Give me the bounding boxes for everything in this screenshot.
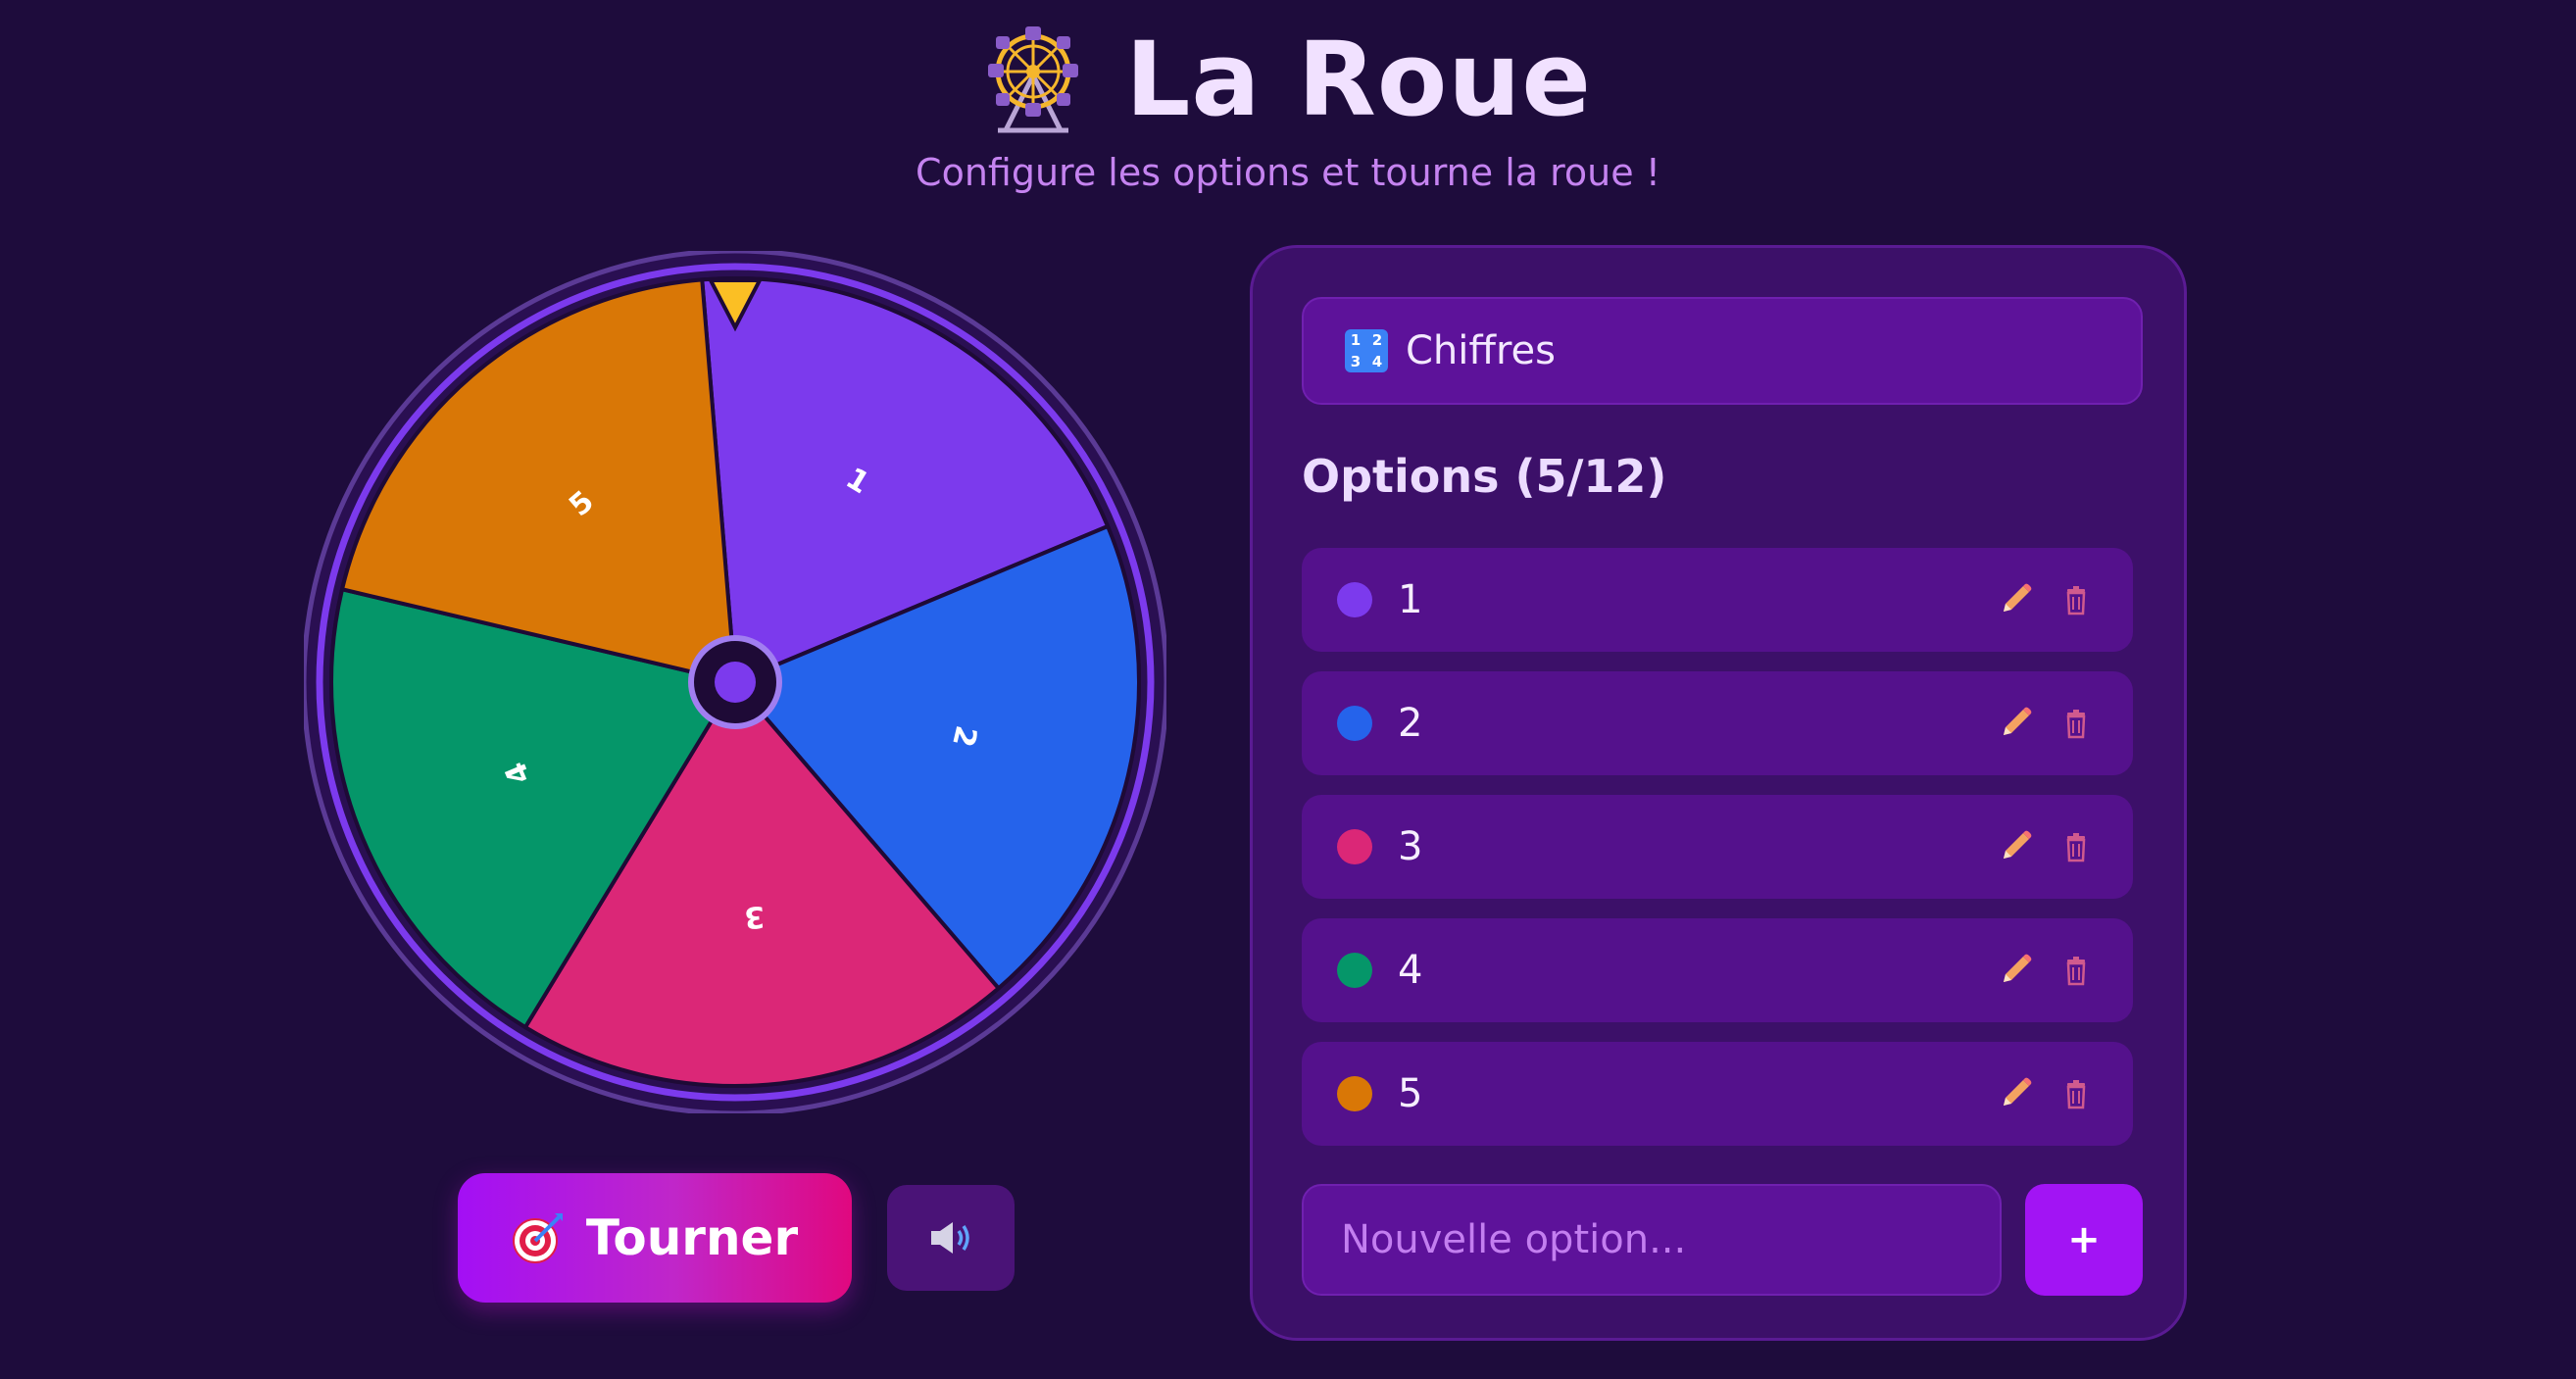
option-label: 2 bbox=[1398, 701, 1423, 746]
option-label: 4 bbox=[1398, 948, 1423, 993]
option-item: 1 bbox=[1302, 548, 2133, 652]
option-label: 1 bbox=[1398, 577, 1423, 622]
option-item: 3 bbox=[1302, 795, 2133, 899]
option-item: 5 bbox=[1302, 1042, 2133, 1146]
preset-label: Chiffres bbox=[1406, 328, 1556, 373]
edit-option-2-icon[interactable] bbox=[1996, 704, 2035, 743]
delete-option-4-icon[interactable] bbox=[2056, 951, 2096, 990]
ferris-wheel-icon bbox=[988, 25, 1079, 132]
delete-option-2-icon[interactable] bbox=[2056, 704, 2096, 743]
edit-option-4-icon[interactable] bbox=[1996, 951, 2035, 990]
spin-button-label: Tourner bbox=[585, 1209, 799, 1266]
option-color-dot bbox=[1337, 953, 1372, 988]
option-color-dot bbox=[1337, 582, 1372, 617]
option-color-dot bbox=[1337, 829, 1372, 864]
wheel-graphic[interactable]: 12345 bbox=[304, 251, 1166, 1113]
option-label: 3 bbox=[1398, 824, 1423, 869]
page-title: La Roue bbox=[1125, 19, 1592, 139]
option-color-dot bbox=[1337, 1076, 1372, 1111]
delete-option-3-icon[interactable] bbox=[2056, 827, 2096, 866]
options-title: Options (5/12) bbox=[1302, 450, 1667, 503]
numbers-icon: 1234 bbox=[1345, 329, 1388, 372]
wheel-hub-center bbox=[715, 662, 756, 703]
option-item: 4 bbox=[1302, 918, 2133, 1022]
spin-button[interactable]: Tourner bbox=[458, 1173, 852, 1303]
options-panel: 1234 Chiffres Options (5/12) 1 2 3 4 5 N… bbox=[1250, 245, 2187, 1341]
speaker-icon bbox=[931, 1222, 969, 1254]
preset-selector[interactable]: 1234 Chiffres bbox=[1302, 297, 2143, 405]
delete-option-5-icon[interactable] bbox=[2056, 1074, 2096, 1113]
add-option-button[interactable]: + bbox=[2025, 1184, 2143, 1296]
wheel-segment-label: 3 bbox=[743, 899, 767, 935]
option-label: 5 bbox=[1398, 1071, 1423, 1116]
option-color-dot bbox=[1337, 706, 1372, 741]
sound-toggle-button[interactable] bbox=[887, 1185, 1015, 1291]
edit-option-3-icon[interactable] bbox=[1996, 827, 2035, 866]
options-list: 1 2 3 4 5 bbox=[1302, 548, 2133, 1165]
wheel[interactable]: 12345 bbox=[304, 251, 1166, 1113]
delete-option-1-icon[interactable] bbox=[2056, 580, 2096, 619]
page-subtitle: Configure les options et tourne la roue … bbox=[916, 151, 1660, 194]
header: La Roue bbox=[0, 18, 2576, 140]
edit-option-1-icon[interactable] bbox=[1996, 580, 2035, 619]
new-option-input[interactable] bbox=[1302, 1184, 2002, 1296]
option-item: 2 bbox=[1302, 671, 2133, 775]
target-icon bbox=[512, 1213, 563, 1263]
edit-option-5-icon[interactable] bbox=[1996, 1074, 2035, 1113]
